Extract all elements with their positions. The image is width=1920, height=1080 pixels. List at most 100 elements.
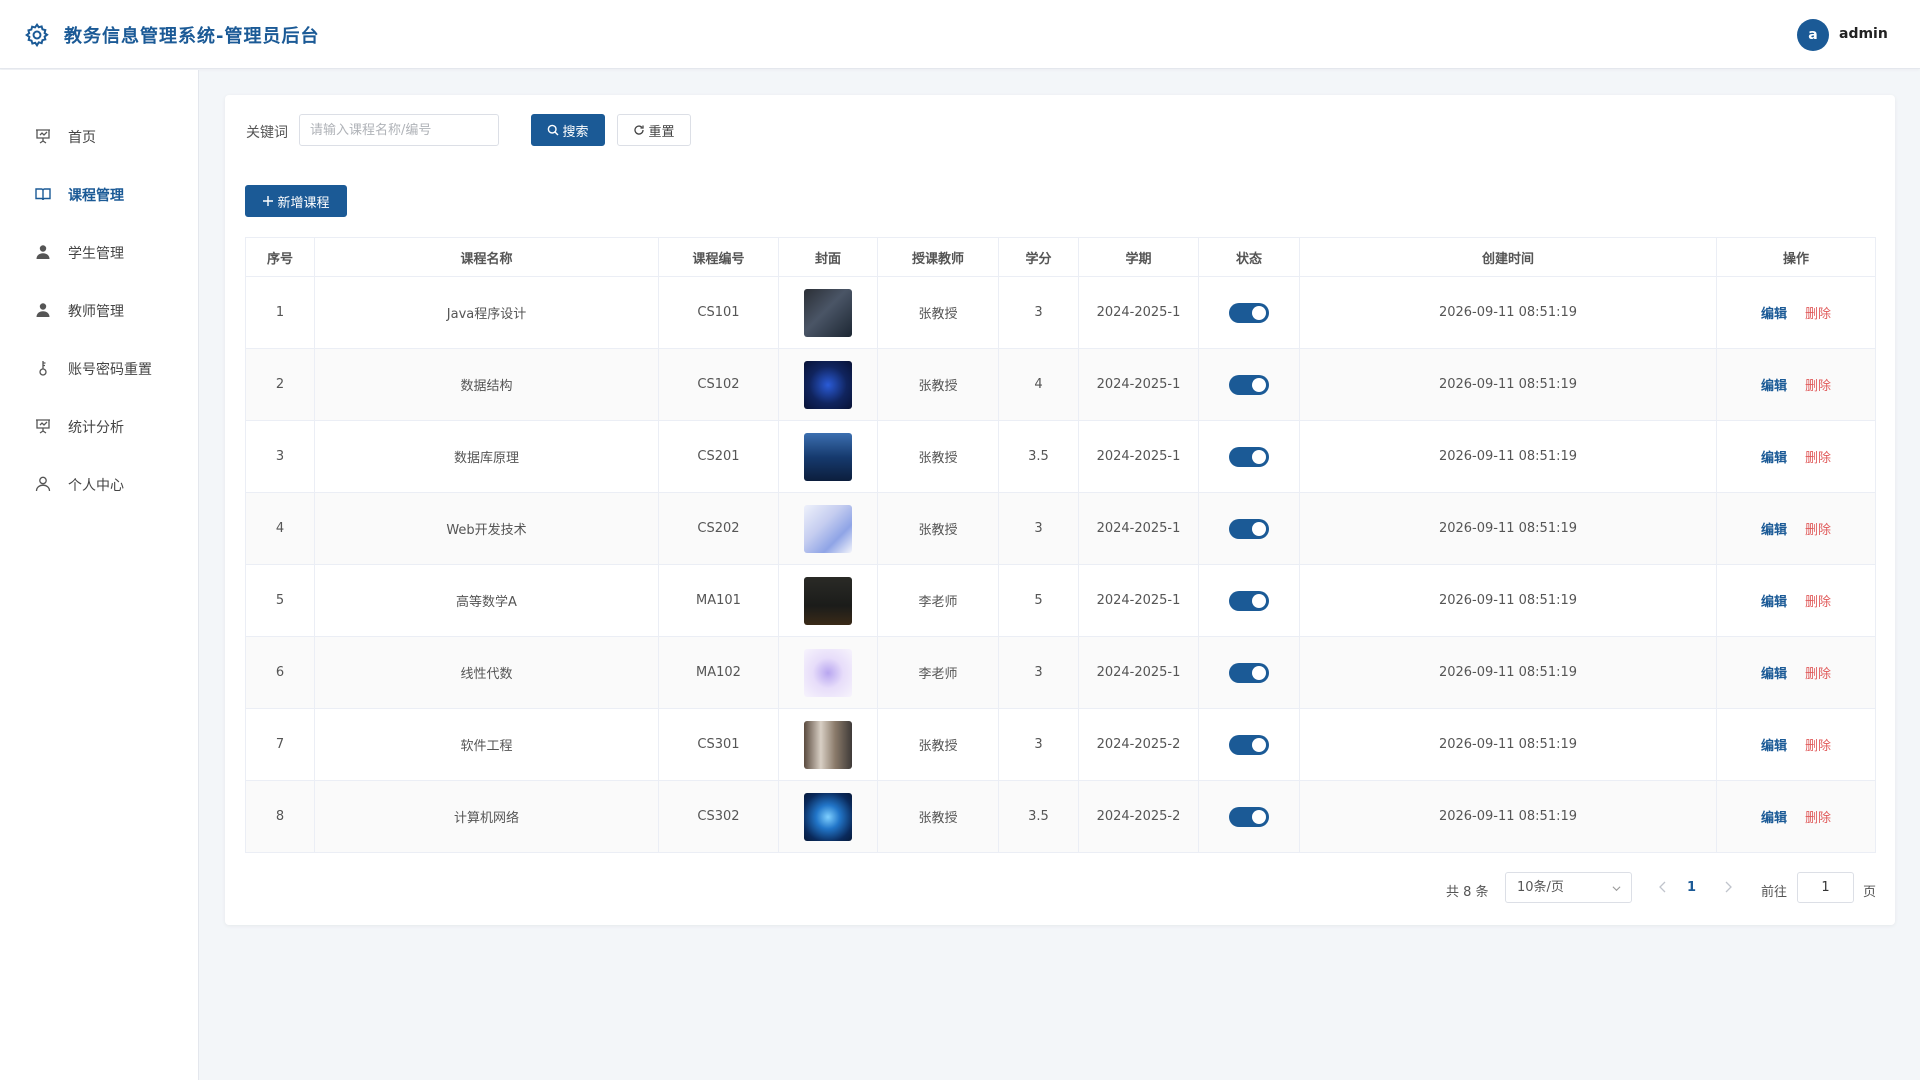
table-row: 3 数据库原理 CS201 张教授 3.5 2024-2025-1 2026-0… [245,420,1876,493]
column-header: 序号 [245,237,315,277]
status-toggle[interactable] [1229,662,1269,683]
username[interactable]: admin [1839,26,1888,42]
cell-course-name: 线性代数 [314,636,659,709]
goto-page-input[interactable] [1797,872,1854,903]
cover-image [804,720,852,769]
search-button[interactable]: 搜索 [531,114,605,146]
sidebar-item-password-reset[interactable]: 账号密码重置 [0,348,199,388]
status-toggle[interactable] [1229,518,1269,539]
search-input[interactable] [299,114,499,146]
cell-course-name: 数据结构 [314,348,659,421]
add-course-button[interactable]: 新增课程 [245,185,347,217]
status-toggle[interactable] [1229,374,1269,395]
search-icon [548,124,559,136]
sidebar-item-students[interactable]: 学生管理 [0,232,199,272]
delete-link[interactable]: 删除 [1805,667,1831,682]
course-management-card: 关键词 搜索 重置 新增课程 序号 课程名称 课程编号 封面 授课教师 学分 学… [225,95,1895,925]
cell-teacher: 李老师 [877,636,999,709]
delete-link[interactable]: 删除 [1805,307,1831,322]
edit-link[interactable]: 编辑 [1761,307,1787,322]
cover-image [804,792,852,841]
avatar[interactable]: a [1797,19,1829,51]
cell-course-code: CS302 [658,780,779,853]
status-toggle[interactable] [1229,806,1269,827]
delete-link[interactable]: 删除 [1805,523,1831,538]
cover-image [804,432,852,481]
edit-link[interactable]: 编辑 [1761,667,1787,682]
sidebar: 首页 课程管理 学生管理 教师管理 账号密码重置 统计分析 个人中心 [0,70,199,1080]
sidebar-item-home[interactable]: 首页 [0,116,199,156]
table-row: 7 软件工程 CS301 张教授 3 2024-2025-2 2026-09-1… [245,708,1876,781]
page-size-select[interactable]: 10条/页 [1505,872,1632,903]
sidebar-item-courses[interactable]: 课程管理 [0,174,199,214]
cell-term: 2024-2025-1 [1078,492,1199,565]
key-icon [39,361,47,376]
goto-label: 前往 [1761,885,1788,900]
page-number-current[interactable]: 1 [1687,880,1696,895]
next-page-icon[interactable] [1720,879,1736,895]
plus-icon [263,196,274,206]
cell-index: 4 [245,492,315,565]
sidebar-item-teachers[interactable]: 教师管理 [0,290,199,330]
prev-page-icon[interactable] [1655,879,1671,895]
cell-created-time: 2026-09-11 08:51:19 [1299,492,1717,565]
edit-link[interactable]: 编辑 [1761,379,1787,394]
delete-link[interactable]: 删除 [1805,595,1831,610]
cell-index: 1 [245,276,315,349]
column-header: 授课教师 [877,237,999,277]
sidebar-item-statistics[interactable]: 统计分析 [0,406,199,446]
cell-course-name: 软件工程 [314,708,659,781]
status-toggle[interactable] [1229,734,1269,755]
chevron-down-icon [1612,886,1621,892]
edit-link[interactable]: 编辑 [1761,523,1787,538]
cell-term: 2024-2025-1 [1078,636,1199,709]
page-suffix-label: 页 [1863,885,1877,900]
cell-term: 2024-2025-1 [1078,420,1199,493]
delete-link[interactable]: 删除 [1805,379,1831,394]
sidebar-item-label: 统计分析 [68,420,124,436]
column-header: 状态 [1198,237,1300,277]
edit-link[interactable]: 编辑 [1761,451,1787,466]
cell-term: 2024-2025-1 [1078,348,1199,421]
pagination-total: 共 8 条 [1446,885,1489,900]
column-header: 封面 [778,237,878,277]
delete-link[interactable]: 删除 [1805,811,1831,826]
edit-link[interactable]: 编辑 [1761,595,1787,610]
app-title: 教务信息管理系统-管理员后台 [64,26,320,47]
presentation-icon [36,129,50,144]
status-toggle[interactable] [1229,590,1269,611]
delete-link[interactable]: 删除 [1805,739,1831,754]
cell-credit: 3 [998,636,1079,709]
table-header-row: 序号 课程名称 课程编号 封面 授课教师 学分 学期 状态 创建时间 操作 [245,237,1876,277]
sidebar-item-label: 课程管理 [68,188,124,204]
cell-course-code: MA102 [658,636,779,709]
edit-link[interactable]: 编辑 [1761,739,1787,754]
cell-teacher: 张教授 [877,276,999,349]
status-toggle[interactable] [1229,302,1269,323]
edit-link[interactable]: 编辑 [1761,811,1787,826]
cell-teacher: 张教授 [877,348,999,421]
cell-credit: 3 [998,276,1079,349]
user-solid-icon [36,303,50,317]
cell-course-code: MA101 [658,564,779,637]
reset-button[interactable]: 重置 [617,114,691,146]
cell-term: 2024-2025-1 [1078,276,1199,349]
cell-course-code: CS301 [658,708,779,781]
table-row: 6 线性代数 MA102 李老师 3 2024-2025-1 2026-09-1… [245,636,1876,709]
cell-index: 8 [245,780,315,853]
cover-image [804,288,852,337]
refresh-icon [634,125,645,135]
cell-term: 2024-2025-2 [1078,708,1199,781]
cell-index: 6 [245,636,315,709]
top-header: 教务信息管理系统-管理员后台 a admin [0,0,1920,69]
cell-course-name: 计算机网络 [314,780,659,853]
cell-credit: 3 [998,708,1079,781]
cell-course-name: 数据库原理 [314,420,659,493]
delete-link[interactable]: 删除 [1805,451,1831,466]
table-row: 8 计算机网络 CS302 张教授 3.5 2024-2025-2 2026-0… [245,780,1876,853]
sidebar-item-profile[interactable]: 个人中心 [0,464,199,504]
cell-created-time: 2026-09-11 08:51:19 [1299,708,1717,781]
sidebar-item-label: 账号密码重置 [68,362,152,378]
status-toggle[interactable] [1229,446,1269,467]
cell-course-name: Web开发技术 [314,492,659,565]
